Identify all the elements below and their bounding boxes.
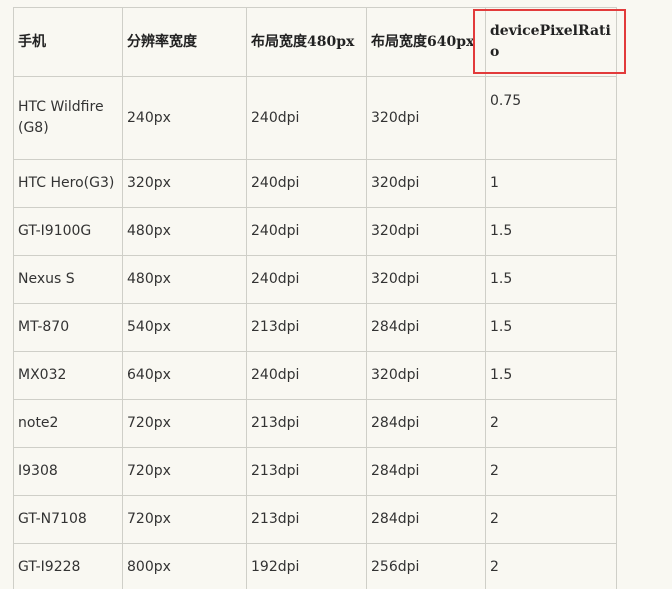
cell-layout-480: 213dpi: [246, 447, 367, 496]
cell-phone: MT-870: [13, 303, 123, 352]
cell-layout-640: 320dpi: [366, 76, 486, 160]
cell-layout-480: 213dpi: [246, 399, 367, 448]
table-row: MX032 640px 240dpi 320dpi 1.5: [13, 351, 617, 400]
cell-resolution: 720px: [122, 495, 247, 544]
cell-layout-480: 240dpi: [246, 159, 367, 208]
cell-layout-480: 240dpi: [246, 207, 367, 256]
cell-layout-640: 320dpi: [366, 255, 486, 304]
cell-layout-640: 284dpi: [366, 495, 486, 544]
cell-phone: Nexus S: [13, 255, 123, 304]
table-row: HTC Wildfire (G8) 240px 240dpi 320dpi 0.…: [13, 76, 617, 160]
cell-phone: MX032: [13, 351, 123, 400]
table-row: note2 720px 213dpi 284dpi 2: [13, 399, 617, 448]
cell-layout-640: 256dpi: [366, 543, 486, 589]
cell-phone: GT-I9100G: [13, 207, 123, 256]
cell-layout-640: 284dpi: [366, 399, 486, 448]
cell-layout-640: 320dpi: [366, 207, 486, 256]
table-row: GT-I9100G 480px 240dpi 320dpi 1.5: [13, 207, 617, 256]
cell-resolution: 640px: [122, 351, 247, 400]
cell-ratio: 1.5: [485, 207, 617, 256]
table-row: GT-N7108 720px 213dpi 284dpi 2: [13, 495, 617, 544]
cell-phone: GT-I9228: [13, 543, 123, 589]
cell-resolution: 720px: [122, 447, 247, 496]
cell-resolution: 240px: [122, 76, 247, 160]
cell-ratio: 1.5: [485, 255, 617, 304]
cell-layout-480: 192dpi: [246, 543, 367, 589]
cell-ratio: 1: [485, 159, 617, 208]
cell-ratio: 2: [485, 543, 617, 589]
cell-phone: HTC Wildfire (G8): [13, 76, 123, 160]
cell-layout-480: 213dpi: [246, 495, 367, 544]
table-row: HTC Hero(G3) 320px 240dpi 320dpi 1: [13, 159, 617, 208]
table-row: GT-I9228 800px 192dpi 256dpi 2: [13, 543, 617, 589]
table-row: I9308 720px 213dpi 284dpi 2: [13, 447, 617, 496]
header-resolution-width: 分辨率宽度: [122, 7, 247, 77]
cell-ratio: 0.75: [485, 76, 617, 160]
cell-layout-640: 320dpi: [366, 351, 486, 400]
cell-phone: note2: [13, 399, 123, 448]
page: 手机 分辨率宽度 布局宽度480px 布局宽度640px devicePixel…: [0, 0, 672, 589]
cell-phone: I9308: [13, 447, 123, 496]
cell-ratio: 2: [485, 495, 617, 544]
cell-phone: GT-N7108: [13, 495, 123, 544]
cell-resolution: 480px: [122, 207, 247, 256]
cell-layout-480: 240dpi: [246, 351, 367, 400]
cell-layout-480: 240dpi: [246, 76, 367, 160]
header-layout-width-480: 布局宽度480px: [246, 7, 367, 77]
cell-resolution: 480px: [122, 255, 247, 304]
cell-layout-480: 240dpi: [246, 255, 367, 304]
table-row: Nexus S 480px 240dpi 320dpi 1.5: [13, 255, 617, 304]
cell-resolution: 540px: [122, 303, 247, 352]
cell-layout-640: 284dpi: [366, 303, 486, 352]
table-header-row: 手机 分辨率宽度 布局宽度480px 布局宽度640px devicePixel…: [13, 7, 617, 77]
header-phone: 手机: [13, 7, 123, 77]
device-pixel-ratio-table: 手机 分辨率宽度 布局宽度480px 布局宽度640px devicePixel…: [13, 7, 617, 589]
cell-layout-480: 213dpi: [246, 303, 367, 352]
cell-ratio: 1.5: [485, 351, 617, 400]
header-layout-width-640: 布局宽度640px: [366, 7, 486, 77]
cell-ratio: 1.5: [485, 303, 617, 352]
cell-layout-640: 320dpi: [366, 159, 486, 208]
cell-resolution: 800px: [122, 543, 247, 589]
cell-ratio: 2: [485, 399, 617, 448]
header-device-pixel-ratio: devicePixelRatio: [485, 7, 617, 77]
cell-ratio: 2: [485, 447, 617, 496]
cell-resolution: 720px: [122, 399, 247, 448]
cell-phone: HTC Hero(G3): [13, 159, 123, 208]
cell-resolution: 320px: [122, 159, 247, 208]
table-row: MT-870 540px 213dpi 284dpi 1.5: [13, 303, 617, 352]
cell-layout-640: 284dpi: [366, 447, 486, 496]
